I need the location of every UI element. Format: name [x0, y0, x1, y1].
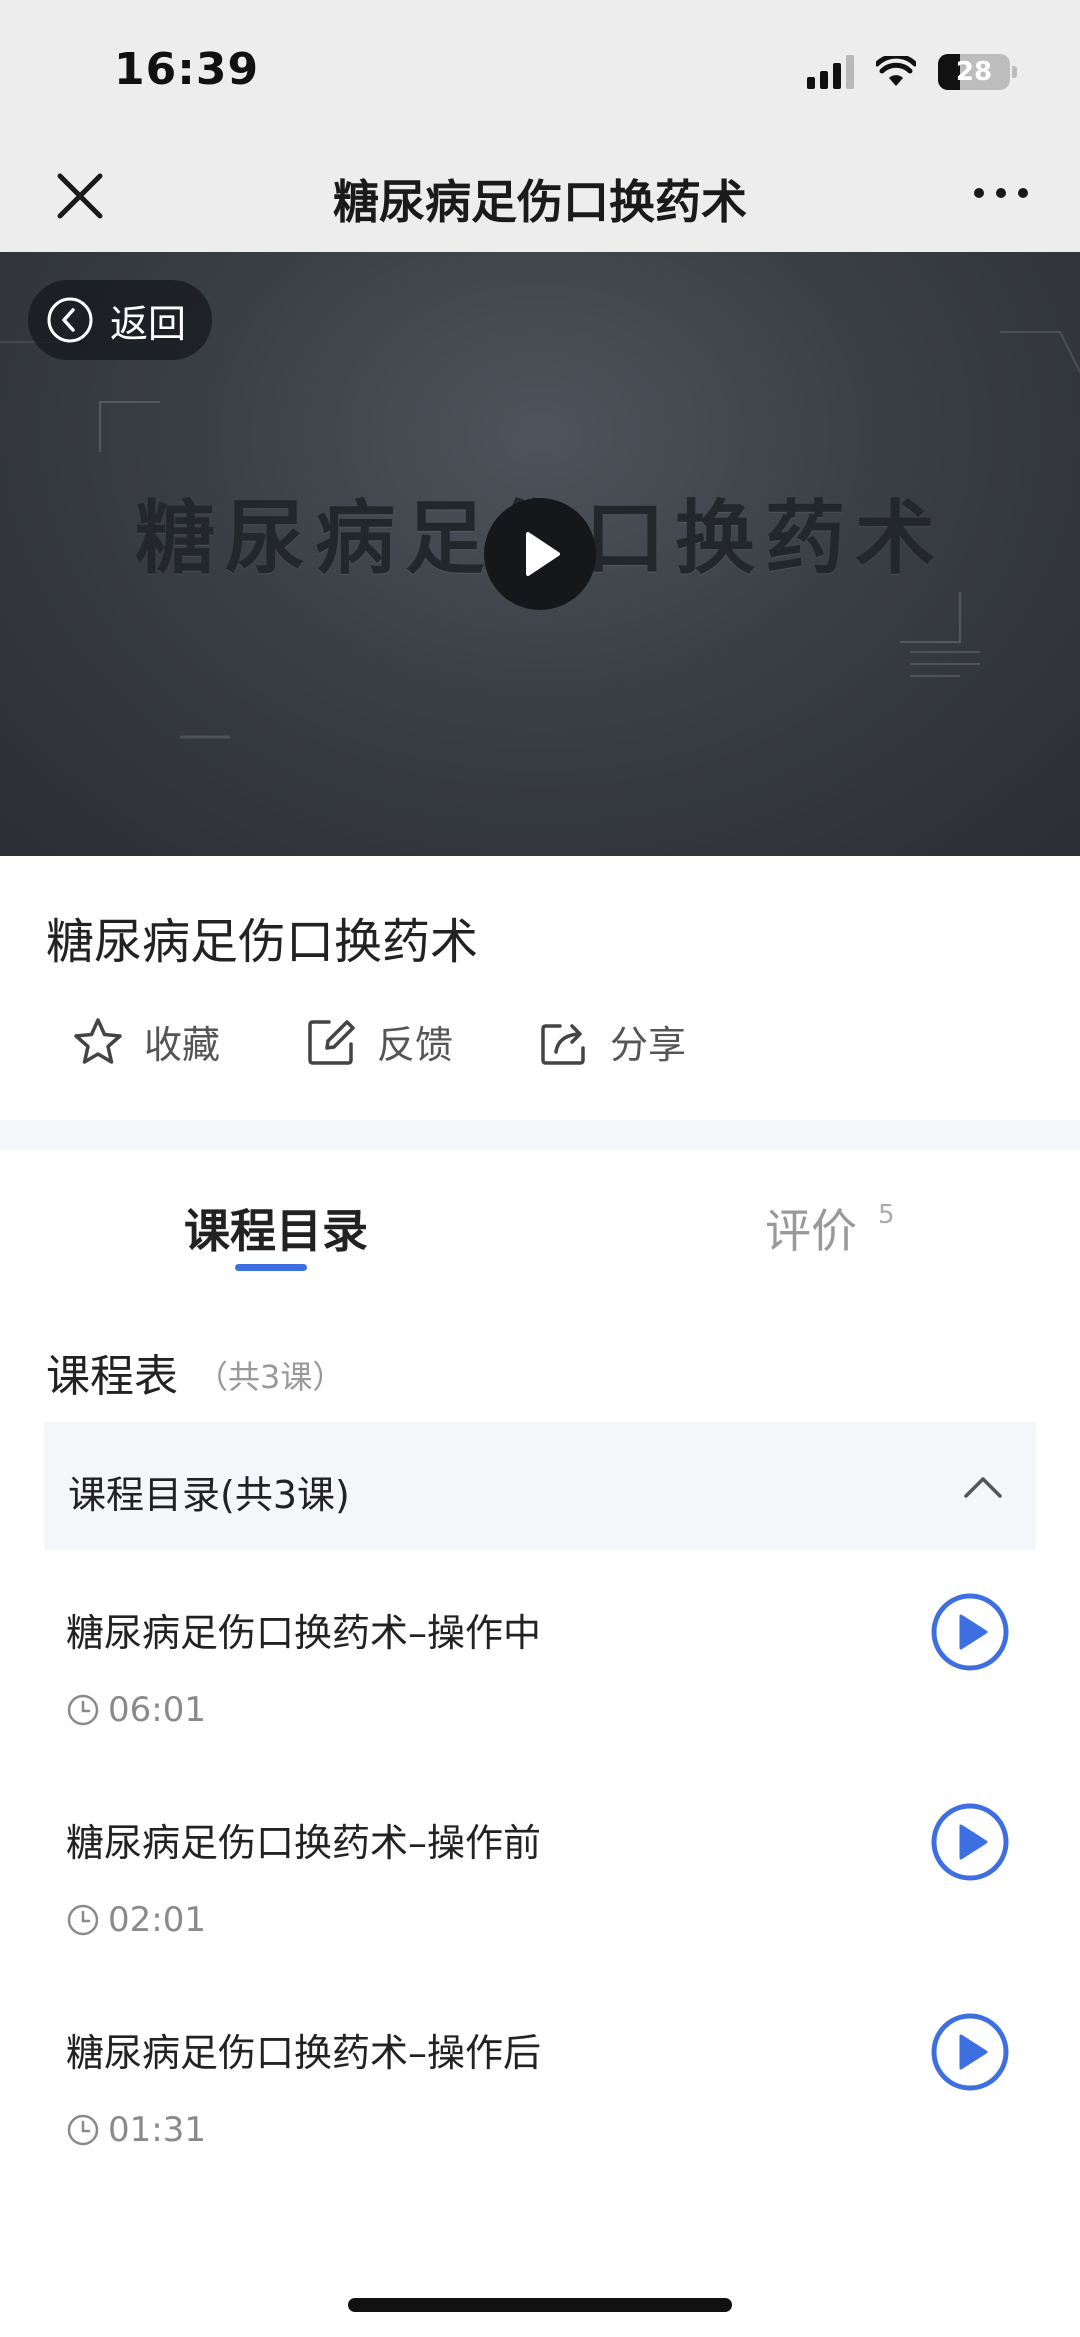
clock-icon: [67, 1694, 99, 1726]
battery-icon: 28: [938, 54, 1017, 90]
lesson-time: 01:31: [66, 2110, 206, 2150]
action-bar: 收藏 反馈 分享: [72, 1014, 771, 1069]
active-tab-indicator: [235, 1264, 307, 1271]
back-label: 返回: [110, 301, 187, 346]
tab-reviews[interactable]: 评价: [765, 1195, 857, 1261]
share-label: 分享: [610, 1023, 687, 1067]
battery-level: 28: [955, 57, 993, 87]
tab-catalog[interactable]: 课程目录: [184, 1195, 368, 1261]
course-title: 糖尿病足伤口换药术: [46, 914, 479, 970]
clock-icon: [67, 2114, 99, 2146]
nav-title: 糖尿病足伤口换药术: [333, 175, 747, 229]
play-icon: [526, 532, 560, 576]
section-header-label: 课程目录(共3课): [68, 1473, 350, 1517]
lesson-duration: 02:01: [108, 1900, 206, 1940]
favorite-label: 收藏: [144, 1023, 221, 1067]
share-icon: [541, 1023, 585, 1065]
lesson-duration: 01:31: [108, 2110, 206, 2150]
more-icon[interactable]: [974, 188, 1028, 198]
signal-icon: [807, 55, 854, 89]
clock-icon: [67, 1904, 99, 1936]
lesson-item[interactable]: 糖尿病足伤口换药术–操作后 01:31: [44, 1986, 1036, 2186]
home-indicator[interactable]: [348, 2298, 732, 2312]
feedback-label: 反馈: [377, 1023, 454, 1067]
wifi-icon: [876, 56, 916, 86]
nav-bar: 糖尿病足伤口换药术: [0, 140, 1080, 252]
status-time: 16:39: [114, 44, 260, 95]
play-circle-icon[interactable]: [930, 1592, 1010, 1672]
chevron-left-circle-icon: [47, 297, 93, 343]
section-divider: [0, 1120, 1080, 1150]
video-player[interactable]: 糖尿病足伤口换药术 返回: [0, 252, 1080, 856]
lesson-title: 糖尿病足伤口换药术–操作中: [66, 1611, 542, 1655]
status-bar: 16:39 28: [0, 0, 1080, 140]
lesson-item[interactable]: 糖尿病足伤口换药术–操作中 06:01: [44, 1566, 1036, 1766]
schedule-title: 课程表: [46, 1351, 178, 1402]
lesson-time: 02:01: [66, 1900, 206, 1940]
schedule-count: （共3课）: [196, 1358, 345, 1396]
edit-icon: [308, 1019, 355, 1065]
star-icon: [74, 1017, 122, 1064]
play-circle-icon[interactable]: [930, 1802, 1010, 1882]
lesson-title: 糖尿病足伤口换药术–操作前: [66, 1821, 542, 1865]
favorite-button[interactable]: 收藏: [72, 1014, 305, 1069]
reviews-count-badge: 5: [878, 1200, 895, 1230]
chevron-up-icon[interactable]: [960, 1464, 1006, 1510]
lesson-item[interactable]: 糖尿病足伤口换药术–操作前 02:01: [44, 1776, 1036, 1976]
share-button[interactable]: 分享: [538, 1014, 771, 1069]
lesson-duration: 06:01: [108, 1690, 206, 1730]
status-icons: 28: [807, 50, 1017, 94]
lesson-title: 糖尿病足伤口换药术–操作后: [66, 2031, 542, 2075]
lesson-time: 06:01: [66, 1690, 206, 1730]
back-button[interactable]: 返回: [28, 280, 213, 360]
play-circle-icon[interactable]: [930, 2012, 1010, 2092]
feedback-button[interactable]: 反馈: [305, 1014, 538, 1069]
catalog-section-header[interactable]: 课程目录(共3课): [44, 1422, 1036, 1550]
page: 16:39 28 糖尿病足伤口换药术 返回 糖尿病足伤口换药术 收藏 反馈 分享…: [0, 0, 1080, 2337]
play-button[interactable]: [484, 498, 596, 610]
